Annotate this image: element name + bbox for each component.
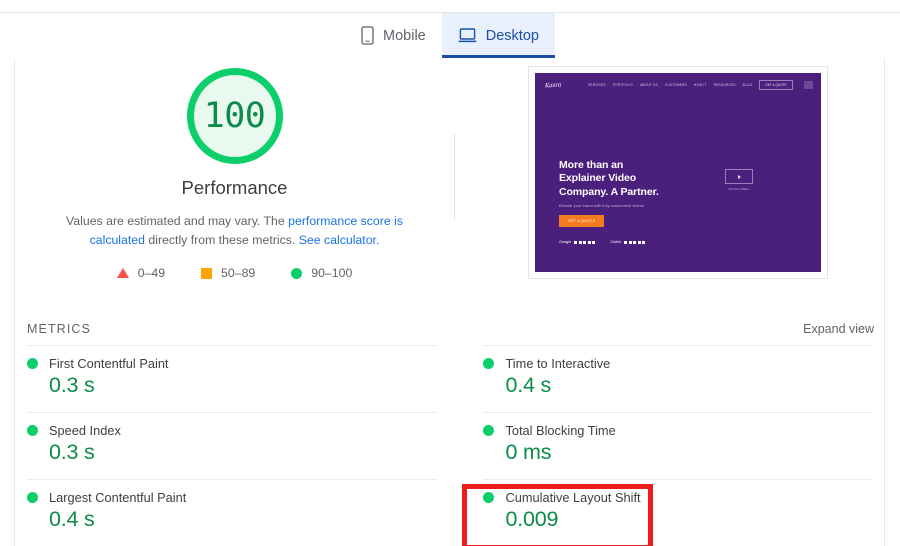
score-legend: 0–49 50–89 90–100 <box>116 266 352 281</box>
tab-mobile-label: Mobile <box>383 27 426 44</box>
metrics-column-right: Time to Interactive 0.4 s Total Blocking… <box>449 345 884 546</box>
legend-item-poor: 0–49 <box>116 266 166 281</box>
performance-title: Performance <box>181 177 288 198</box>
screenshot-play-label: WATCH REEL <box>728 187 750 191</box>
screenshot-nav-links: SERVICES PORTFOLIO ABOUT US CUSTOMERS HO… <box>588 80 813 90</box>
score-description-text-1: Values are estimated and may vary. The <box>66 214 289 228</box>
legend-label-good: 90–100 <box>311 266 353 281</box>
play-icon <box>725 169 753 184</box>
star-icon <box>624 240 646 244</box>
legend-label-poor: 0–49 <box>137 266 166 281</box>
performance-score: 100 <box>203 96 266 136</box>
screenshot-hero: More than an Explainer Video Company. A … <box>559 159 659 244</box>
metrics-header: METRICS Expand view <box>15 313 884 345</box>
phone-icon <box>361 26 374 45</box>
metric-name: Largest Contentful Paint <box>49 490 187 505</box>
tab-desktop-label: Desktop <box>485 27 539 44</box>
expand-view-button[interactable]: Expand view <box>803 322 874 336</box>
metrics-column-left: First Contentful Paint 0.3 s Speed Index… <box>15 345 449 546</box>
performance-gauge[interactable]: 100 <box>186 68 283 164</box>
triangle-icon <box>116 268 129 279</box>
metric-largest-contentful-paint[interactable]: Largest Contentful Paint 0.4 s <box>27 479 438 546</box>
laptop-icon <box>458 27 477 44</box>
legend-item-good: 90–100 <box>291 266 352 280</box>
metric-cumulative-layout-shift[interactable]: Cumulative Layout Shift 0.009 <box>483 479 872 546</box>
metric-name: Speed Index <box>49 423 121 438</box>
hero-section: 100 Performance Values are estimated and… <box>15 58 884 306</box>
screenshot-headline-line1: More than an <box>559 159 624 171</box>
report-card: 100 Performance Values are estimated and… <box>14 58 885 546</box>
metric-name: Total Blocking Time <box>505 423 616 438</box>
screenshot-rating-name: Clutch <box>610 240 622 245</box>
screenshot-headline-line3: Company. A Partner. <box>559 185 659 198</box>
screenshot-nav-link: SERVICES <box>588 83 606 87</box>
screenshot-navbar: Kasra SERVICES PORTFOLIO ABOUT US CUSTOM… <box>535 78 821 92</box>
legend-label-average: 50–89 <box>221 266 256 281</box>
page-screenshot: Kasra SERVICES PORTFOLIO ABOUT US CUSTOM… <box>535 73 821 272</box>
score-panel: 100 Performance Values are estimated and… <box>15 58 454 306</box>
metric-value: 0.4 s <box>505 373 552 397</box>
metric-speed-index[interactable]: Speed Index 0.3 s <box>27 412 438 479</box>
score-description-text-2: directly from these metrics. <box>144 233 299 248</box>
square-icon <box>201 267 213 279</box>
metric-value: 0.3 s <box>49 440 95 464</box>
screenshot-play-block: WATCH REEL <box>725 169 753 191</box>
metric-value: 0 ms <box>505 440 552 464</box>
device-tab-strip: Mobile Desktop <box>0 13 900 58</box>
screenshot-ratings: Google Clutch <box>559 240 659 244</box>
screenshot-rating-name: Google <box>559 240 572 245</box>
score-description: Values are estimated and may vary. The p… <box>40 212 430 250</box>
screenshot-nav-cta: GET A QUOTE <box>759 80 793 90</box>
status-good-icon <box>483 492 495 503</box>
metric-first-contentful-paint[interactable]: First Contentful Paint 0.3 s <box>27 345 438 412</box>
screenshot-nav-link: RESOURCES <box>713 83 736 87</box>
status-good-icon <box>27 425 38 436</box>
screenshot-nav-link: BLOG <box>742 83 753 87</box>
screenshot-subtitle: Elevate your brand with fully customized… <box>559 204 644 209</box>
screenshot-nav-link: ABOUT US <box>639 83 658 87</box>
screenshot-cta-button: GET A QUOTE <box>559 215 605 228</box>
metrics-grid: First Contentful Paint 0.3 s Speed Index… <box>15 345 884 546</box>
screenshot-rating-google: Google <box>559 240 596 245</box>
pagespeed-insights-result: Mobile Desktop 100 Performance Values ar… <box>0 0 900 546</box>
screenshot-nav-link: CUSTOMERS <box>664 83 687 87</box>
metric-value: 0.009 <box>505 507 559 531</box>
metric-time-to-interactive[interactable]: Time to Interactive 0.4 s <box>483 345 872 412</box>
screenshot-nav-link: PORTFOLIO <box>612 83 633 87</box>
page-screenshot-frame: Kasra SERVICES PORTFOLIO ABOUT US CUSTOM… <box>528 66 828 279</box>
status-good-icon <box>483 358 495 369</box>
metric-value: 0.3 s <box>49 373 95 397</box>
metric-name: Cumulative Layout Shift <box>505 490 641 505</box>
hamburger-icon <box>803 81 813 89</box>
tab-mobile[interactable]: Mobile <box>345 13 442 58</box>
circle-icon <box>291 267 303 279</box>
metric-name: First Contentful Paint <box>49 356 169 371</box>
screenshot-headline-line2: Explainer Video <box>559 172 637 185</box>
tab-desktop[interactable]: Desktop <box>441 13 555 58</box>
metric-total-blocking-time[interactable]: Total Blocking Time 0 ms <box>483 412 872 479</box>
star-icon <box>574 240 596 244</box>
status-good-icon <box>27 492 38 503</box>
screenshot-rating-clutch: Clutch <box>610 240 646 245</box>
see-calculator-link[interactable]: See calculator. <box>299 233 380 247</box>
screenshot-nav-link: HOW IT <box>693 83 707 87</box>
metric-value: 0.4 s <box>49 507 95 531</box>
metrics-label: METRICS <box>27 322 91 336</box>
status-good-icon <box>483 425 495 436</box>
screenshot-logo: Kasra <box>544 80 562 90</box>
legend-item-average: 50–89 <box>201 266 255 280</box>
status-good-icon <box>27 358 38 369</box>
metric-name: Time to Interactive <box>505 356 611 371</box>
panel-divider <box>454 134 455 220</box>
